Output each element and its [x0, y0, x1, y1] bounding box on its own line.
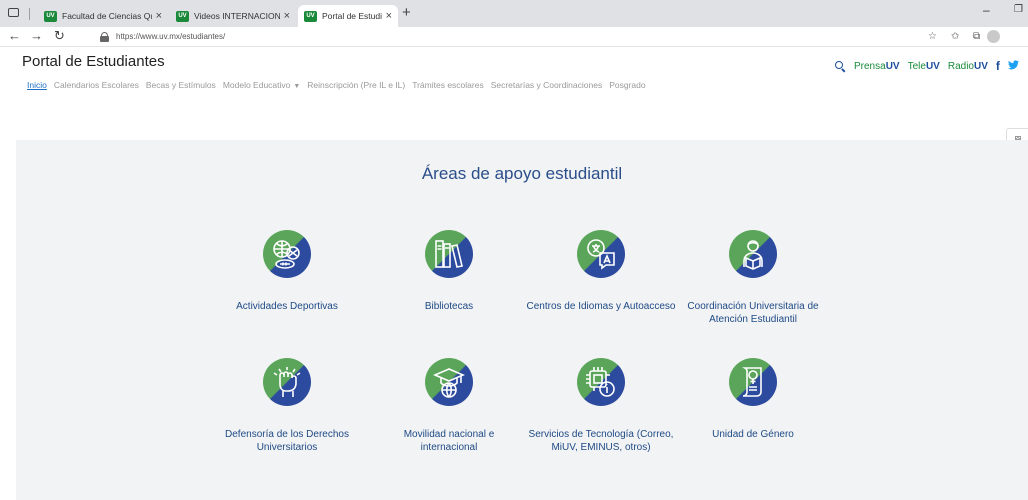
tab-actions-icon[interactable] [6, 6, 22, 20]
favorites-icon[interactable]: ✩ [951, 31, 959, 42]
facebook-icon[interactable]: f [996, 59, 1000, 73]
tab-close-icon[interactable]: × [156, 10, 162, 22]
nav-reinscripcion[interactable]: Reinscripción (Pre IL e IL) [307, 80, 405, 90]
card-label: Bibliotecas [424, 301, 474, 312]
tab-separator [29, 8, 30, 20]
gender-document-icon [729, 358, 777, 406]
window-minimize-icon[interactable]: – [983, 3, 990, 17]
profile-icon[interactable] [987, 30, 1000, 43]
books-icon [425, 230, 473, 278]
nav-posgrado[interactable]: Posgrado [609, 80, 645, 90]
nav-becas[interactable]: Becas y Estímulos [146, 80, 216, 90]
address-bar: ← → ↻ https://www.uv.mx/estudiantes/ ☆ ✩… [0, 27, 1028, 47]
uv-favicon-icon: UV [44, 10, 57, 22]
nav-modelo-educativo[interactable]: Modelo Educativo ▼ [223, 80, 300, 90]
chip-info-icon [577, 358, 625, 406]
nav-tramites[interactable]: Trámites escolares [412, 80, 483, 90]
graduation-globe-icon [425, 358, 473, 406]
card-label: Actividades Deportivas [236, 301, 338, 312]
browser-tab-2[interactable]: UV Videos INTERNACIONALIZACIÓN × [170, 5, 296, 27]
tab-close-icon[interactable]: × [386, 10, 392, 22]
prensa-uv-link[interactable]: Prensa UV [854, 61, 900, 72]
tab-title: Portal de Estudiantes [322, 11, 382, 21]
search-icon[interactable] [835, 60, 846, 72]
student-reading-icon [729, 230, 777, 278]
card-bibliotecas[interactable]: Bibliotecas [374, 230, 524, 313]
caret-down-icon: ▼ [291, 83, 301, 90]
nav-inicio[interactable]: Inicio [27, 80, 47, 90]
forward-icon[interactable]: → [30, 28, 43, 43]
radio-uv-link[interactable]: Radio UV [948, 61, 988, 72]
main-navigation: Inicio Calendarios Escolares Becas y Est… [27, 80, 653, 90]
window-restore-icon[interactable]: ❐ [1014, 4, 1023, 15]
card-label: Movilidad nacional e internacional [403, 429, 495, 453]
browser-tab-1[interactable]: UV Facultad de Ciencias Químicas × [38, 5, 168, 27]
tab-title: Videos INTERNACIONALIZACIÓN [194, 11, 280, 21]
url-input[interactable]: https://www.uv.mx/estudiantes/ [116, 32, 225, 41]
student-support-section: Áreas de apoyo estudiantil Actividades D… [16, 140, 1028, 500]
tab-close-icon[interactable]: × [284, 10, 290, 22]
uv-favicon-icon: UV [304, 10, 317, 22]
card-centros-idiomas[interactable]: Centros de Idiomas y Autoacceso [526, 230, 676, 313]
back-icon[interactable]: ← [8, 28, 21, 43]
new-tab-button[interactable]: + [402, 4, 411, 21]
nav-calendarios[interactable]: Calendarios Escolares [54, 80, 139, 90]
header-links: Prensa UV Tele UV Radio UV f [835, 59, 1019, 73]
card-servicios-tecnologia[interactable]: Servicios de Tecnología (Correo, MiUV, E… [526, 358, 676, 454]
language-chat-icon [577, 230, 625, 278]
raised-fist-icon [263, 358, 311, 406]
section-title: Áreas de apoyo estudiantil [421, 164, 623, 183]
card-movilidad[interactable]: Movilidad nacional e internacional [374, 358, 524, 454]
tab-title: Facultad de Ciencias Químicas [62, 11, 152, 21]
card-actividades-deportivas[interactable]: Actividades Deportivas [212, 230, 362, 313]
card-defensoria[interactable]: Defensoría de los Derechos Universitario… [212, 358, 362, 454]
card-coordinacion-universitaria[interactable]: Coordinación Universitaria de Atención E… [678, 230, 828, 326]
uv-favicon-icon: UV [176, 10, 189, 22]
site-title[interactable]: Portal de Estudiantes [22, 53, 165, 70]
refresh-icon[interactable]: ↻ [54, 28, 65, 44]
nav-secretarias[interactable]: Secretarías y Coordinaciones [491, 80, 603, 90]
collections-icon[interactable]: ⧉ [973, 31, 980, 42]
lock-icon[interactable] [100, 32, 109, 42]
tele-uv-link[interactable]: Tele UV [908, 61, 940, 72]
twitter-icon[interactable] [1007, 59, 1019, 73]
sports-balls-icon [263, 230, 311, 278]
card-label: Coordinación Universitaria de Atención E… [687, 301, 819, 325]
card-label: Centros de Idiomas y Autoacceso [526, 301, 676, 312]
card-label: Defensoría de los Derechos Universitario… [225, 429, 349, 453]
card-unidad-genero[interactable]: Unidad de Género [678, 358, 828, 441]
card-label: Unidad de Género [712, 429, 794, 440]
read-aloud-icon[interactable]: ☆ [928, 31, 937, 42]
browser-tab-strip: UV Facultad de Ciencias Químicas × UV Vi… [0, 0, 1028, 27]
card-label: Servicios de Tecnología (Correo, MiUV, E… [528, 429, 674, 453]
browser-tab-3-active[interactable]: UV Portal de Estudiantes × [298, 5, 398, 27]
